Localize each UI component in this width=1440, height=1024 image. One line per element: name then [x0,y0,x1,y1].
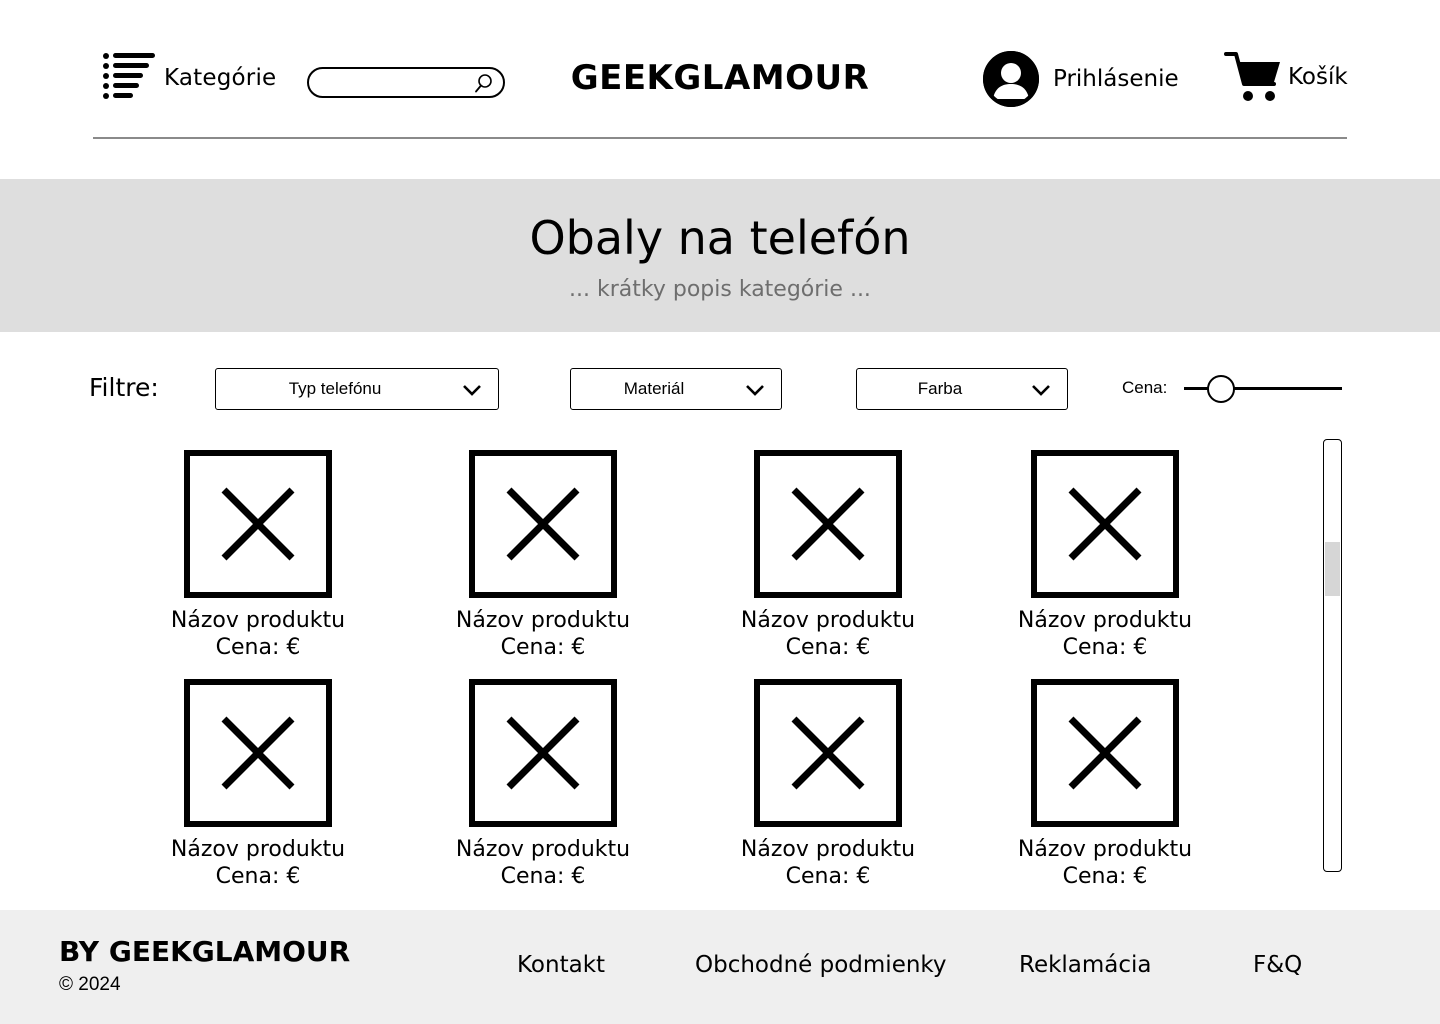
product-name: Názov produktu [1017,837,1193,862]
categories-label: Kategórie [164,65,277,91]
product-name: Názov produktu [455,608,631,633]
product-price: Cena: € [215,635,301,660]
product-list-scrollbar[interactable] [1323,439,1342,872]
footer-link-complaints[interactable]: Reklamácia [1019,952,1152,978]
phone-type-select[interactable]: Typ telefónu [215,368,499,410]
login-button[interactable]: Prihlásenie [983,51,1179,107]
image-placeholder-x-icon [506,716,580,790]
image-placeholder-x-icon [1068,716,1142,790]
category-title: Obaly na telefón [529,211,911,265]
product-image-placeholder [184,450,332,598]
product-price: Cena: € [215,864,301,889]
product-image-placeholder [1031,450,1179,598]
product-image-placeholder [1031,679,1179,827]
price-slider[interactable] [1184,374,1342,404]
product-price: Cena: € [500,864,586,889]
product-name: Názov produktu [1017,608,1193,633]
filters-label: Filtre: [89,373,159,402]
login-label: Prihlásenie [1053,66,1179,92]
product-price: Cena: € [1062,635,1148,660]
image-placeholder-x-icon [221,716,295,790]
footer-brand: BY GEEKGLAMOUR [59,935,351,968]
user-avatar-icon [983,51,1039,107]
footer-link-terms[interactable]: Obchodné podmienky [695,952,947,978]
site-header: Kategórie GEEKGLAMOUR Prihlásenie Košík [0,0,1440,140]
search-input[interactable] [321,69,481,96]
footer-link-contact[interactable]: Kontakt [517,952,605,978]
categories-menu-icon [103,53,155,99]
chevron-down-icon [463,385,481,396]
product-image-placeholder [469,450,617,598]
image-placeholder-x-icon [791,487,865,561]
cart-button[interactable]: Košík [1224,50,1348,104]
footer-copyright: © 2024 [59,974,121,995]
footer-link-faq[interactable]: F&Q [1253,952,1302,978]
product-price: Cena: € [785,864,871,889]
product-image-placeholder [469,679,617,827]
image-placeholder-x-icon [221,487,295,561]
phone-type-select-label: Typ telefónu [288,379,382,398]
product-card[interactable]: Názov produktu Cena: € [698,450,958,661]
product-image-placeholder [754,679,902,827]
search-icon[interactable] [473,72,495,94]
site-footer: BY GEEKGLAMOUR © 2024 Kontakt Obchodné p… [0,910,1440,1024]
product-name: Názov produktu [455,837,631,862]
material-select[interactable]: Materiál [570,368,782,410]
product-card[interactable]: Názov produktu Cena: € [698,679,958,890]
price-filter-label: Cena: [1122,378,1168,397]
product-name: Názov produktu [740,837,916,862]
image-placeholder-x-icon [1068,487,1142,561]
image-placeholder-x-icon [506,487,580,561]
category-description: ... krátky popis kategórie ... [569,277,871,302]
image-placeholder-x-icon [791,716,865,790]
product-card[interactable]: Názov produktu Cena: € [975,679,1235,890]
color-select-label: Farba [917,379,963,398]
product-card[interactable]: Názov produktu Cena: € [128,450,388,661]
product-image-placeholder [184,679,332,827]
product-card[interactable]: Názov produktu Cena: € [413,679,673,890]
product-name: Názov produktu [740,608,916,633]
product-card[interactable]: Názov produktu Cena: € [413,450,673,661]
header-divider [93,137,1347,139]
product-price: Cena: € [785,635,871,660]
product-price: Cena: € [1062,864,1148,889]
chevron-down-icon [746,385,764,396]
product-image-placeholder [754,450,902,598]
product-price: Cena: € [500,635,586,660]
shopping-cart-icon [1224,52,1280,101]
product-card[interactable]: Názov produktu Cena: € [975,450,1235,661]
search-box [307,67,505,98]
product-card[interactable]: Názov produktu Cena: € [128,679,388,890]
scrollbar-thumb[interactable] [1325,542,1340,596]
color-select[interactable]: Farba [856,368,1068,410]
product-name: Názov produktu [170,837,346,862]
chevron-down-icon [1032,385,1050,396]
price-slider-handle[interactable] [1207,375,1235,403]
site-logo[interactable]: GEEKGLAMOUR [540,58,900,98]
material-select-label: Materiál [623,379,685,398]
categories-button[interactable]: Kategórie [100,50,276,106]
cart-label: Košík [1288,64,1348,90]
category-banner: Obaly na telefón ... krátky popis kategó… [0,179,1440,332]
product-name: Názov produktu [170,608,346,633]
